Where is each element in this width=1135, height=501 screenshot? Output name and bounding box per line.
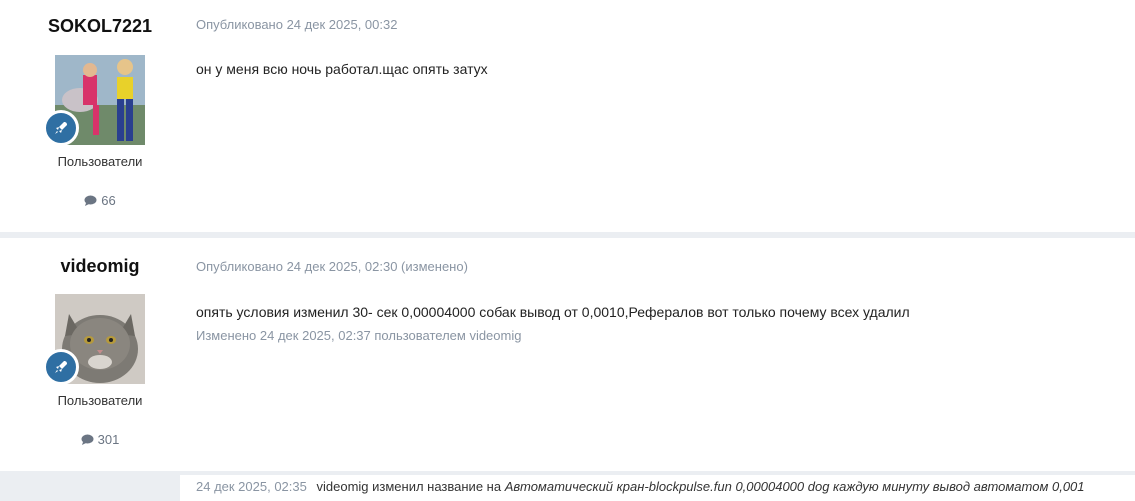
- post-count: 66: [0, 193, 200, 208]
- rocket-icon: [55, 122, 67, 134]
- activity-title: Автоматический кран-blockpulse.fun 0,000…: [504, 479, 1085, 494]
- user-group: Пользователи: [57, 393, 143, 408]
- post-count: 301: [0, 432, 200, 447]
- activity-time[interactable]: 24 дек 2025, 02:35: [196, 479, 307, 494]
- author-username[interactable]: videomig: [0, 256, 200, 277]
- post-meta[interactable]: Опубликовано 24 дек 2025, 02:30 (изменен…: [196, 259, 468, 274]
- activity-text: videomig изменил название на: [316, 479, 502, 494]
- post: videomig Пользователи 301 Опубликовано 2…: [0, 238, 1135, 471]
- rank-badge: [43, 110, 79, 146]
- rocket-icon: [55, 361, 67, 373]
- comment-icon: [81, 434, 94, 445]
- edited-note: Изменено 24 дек 2025, 02:37 пользователе…: [196, 328, 522, 343]
- post-count-value: 301: [97, 432, 120, 447]
- post: SOKOL7221 Пользователи 66 Опубликовано 2…: [0, 0, 1135, 232]
- user-group: Пользователи: [57, 154, 143, 169]
- post-content: он у меня всю ночь работал.щас опять зат…: [196, 61, 488, 77]
- activity-item: 24 дек 2025, 02:35 videomig изменил назв…: [180, 475, 1135, 501]
- post-count-value: 66: [101, 193, 116, 208]
- rank-badge: [43, 349, 79, 385]
- post-meta[interactable]: Опубликовано 24 дек 2025, 00:32: [196, 17, 397, 32]
- comment-icon: [84, 195, 97, 206]
- author-username[interactable]: SOKOL7221: [0, 16, 200, 37]
- post-content: опять условия изменил 30- сек 0,00004000…: [196, 304, 910, 320]
